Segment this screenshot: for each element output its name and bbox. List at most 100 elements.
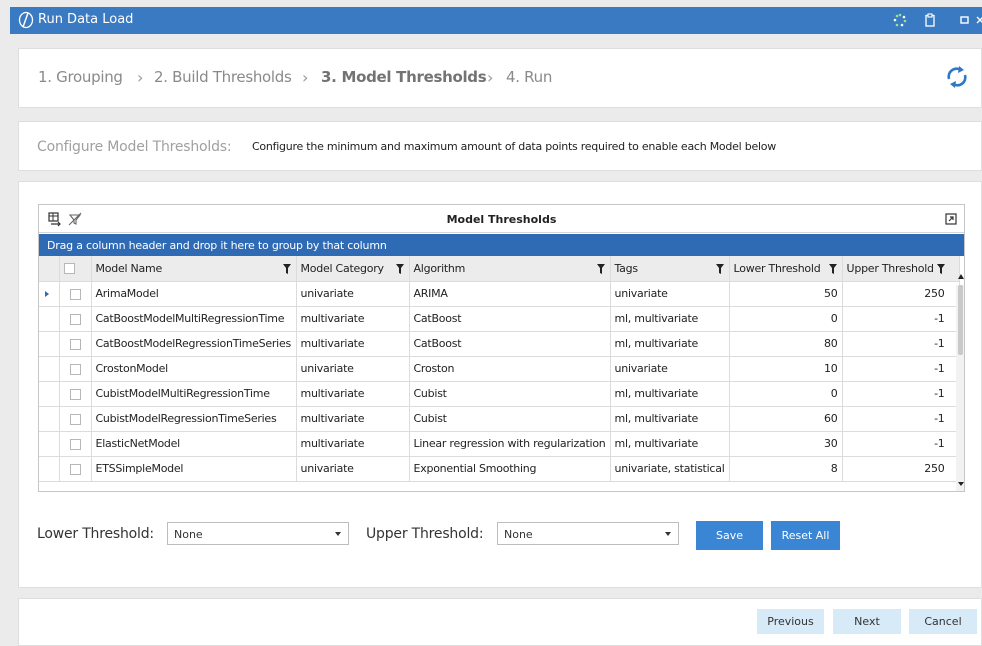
row-checkbox[interactable]	[59, 381, 92, 407]
cell-tags[interactable]: ml, multivariate	[610, 431, 730, 457]
upper-threshold-select[interactable]: None	[497, 522, 679, 545]
wizard-step-grouping[interactable]: 1. Grouping	[38, 68, 123, 86]
filter-icon[interactable]	[828, 264, 837, 274]
scroll-down-icon[interactable]	[957, 479, 965, 489]
column-header-algorithm[interactable]: Algorithm	[409, 256, 611, 282]
column-header-upper-threshold[interactable]: Upper Threshold	[842, 256, 960, 282]
cell-algorithm[interactable]: Cubist	[409, 381, 611, 407]
cell-algorithm[interactable]: Exponential Smoothing	[409, 456, 611, 482]
next-button[interactable]: Next	[833, 609, 901, 634]
previous-button[interactable]: Previous	[757, 609, 824, 634]
maximize-icon[interactable]	[958, 13, 972, 27]
cell-lower-threshold[interactable]: 50	[729, 281, 843, 307]
filter-icon[interactable]	[596, 264, 605, 274]
cell-algorithm[interactable]: CatBoost	[409, 306, 611, 332]
reset-all-button[interactable]: Reset All	[771, 521, 840, 550]
wizard-step-run[interactable]: 4. Run	[506, 68, 552, 86]
filter-icon[interactable]	[715, 264, 724, 274]
column-header-model-name[interactable]: Model Name	[91, 256, 297, 282]
scrollbar-thumb[interactable]	[958, 285, 963, 355]
select-all-checkbox[interactable]	[59, 256, 92, 282]
cell-upper-threshold[interactable]: -1	[842, 356, 960, 382]
wizard-step-model-thresholds[interactable]: 3. Model Thresholds	[321, 68, 487, 86]
cell-model-name[interactable]: CatBoostModelRegressionTimeSeries	[91, 331, 297, 357]
row-checkbox[interactable]	[59, 331, 92, 357]
cell-model-category[interactable]: univariate	[296, 356, 410, 382]
cell-algorithm[interactable]: CatBoost	[409, 331, 611, 357]
cell-tags[interactable]: ml, multivariate	[610, 331, 730, 357]
cell-upper-threshold[interactable]: 250	[842, 281, 960, 307]
cell-model-name[interactable]: ArimaModel	[91, 281, 297, 307]
cell-algorithm[interactable]: Croston	[409, 356, 611, 382]
row-checkbox[interactable]	[59, 406, 92, 432]
cell-model-name[interactable]: CubistModelMultiRegressionTime	[91, 381, 297, 407]
cell-tags[interactable]: univariate	[610, 281, 730, 307]
scroll-up-icon[interactable]	[957, 271, 965, 283]
row-checkbox[interactable]	[59, 281, 92, 307]
lower-threshold-select[interactable]: None	[167, 522, 349, 545]
close-icon[interactable]	[976, 13, 982, 27]
cell-algorithm[interactable]: ARIMA	[409, 281, 611, 307]
cell-model-name[interactable]: ETSSimpleModel	[91, 456, 297, 482]
cell-model-name[interactable]: ElasticNetModel	[91, 431, 297, 457]
cell-model-name[interactable]: CrostonModel	[91, 356, 297, 382]
cell-upper-threshold[interactable]: -1	[842, 381, 960, 407]
table-row[interactable]: CubistModelRegressionTimeSeries multivar…	[39, 406, 960, 432]
cell-upper-threshold[interactable]: -1	[842, 306, 960, 332]
cell-lower-threshold[interactable]: 10	[729, 356, 843, 382]
cell-model-category[interactable]: multivariate	[296, 381, 410, 407]
cell-tags[interactable]: ml, multivariate	[610, 306, 730, 332]
cell-lower-threshold[interactable]: 0	[729, 381, 843, 407]
cancel-button[interactable]: Cancel	[909, 609, 977, 634]
table-row[interactable]: CatBoostModelRegressionTimeSeries multiv…	[39, 331, 960, 357]
refresh-icon[interactable]	[944, 65, 970, 89]
cell-model-category[interactable]: multivariate	[296, 306, 410, 332]
table-row[interactable]: ETSSimpleModel univariate Exponential Sm…	[39, 456, 960, 482]
save-button[interactable]: Save	[696, 521, 763, 550]
column-header-lower-threshold[interactable]: Lower Threshold	[729, 256, 843, 282]
cell-upper-threshold[interactable]: -1	[842, 331, 960, 357]
filter-icon[interactable]	[395, 264, 404, 274]
cell-upper-threshold[interactable]: -1	[842, 431, 960, 457]
cell-model-category[interactable]: univariate	[296, 281, 410, 307]
cell-upper-threshold[interactable]: 250	[842, 456, 960, 482]
cell-upper-threshold[interactable]: -1	[842, 406, 960, 432]
cell-model-category[interactable]: multivariate	[296, 406, 410, 432]
filter-icon[interactable]	[282, 264, 291, 274]
table-row[interactable]: ElasticNetModel multivariate Linear regr…	[39, 431, 960, 457]
cell-tags[interactable]: univariate	[610, 356, 730, 382]
table-row[interactable]: CrostonModel univariate Croston univaria…	[39, 356, 960, 382]
table-row[interactable]: ArimaModel univariate ARIMA univariate 5…	[39, 281, 960, 307]
cell-tags[interactable]: ml, multivariate	[610, 381, 730, 407]
row-checkbox[interactable]	[59, 431, 92, 457]
cell-model-category[interactable]: multivariate	[296, 431, 410, 457]
cell-model-category[interactable]: multivariate	[296, 331, 410, 357]
wizard-step-build-thresholds[interactable]: 2. Build Thresholds	[154, 68, 292, 86]
clipboard-icon[interactable]	[923, 13, 937, 27]
row-checkbox[interactable]	[59, 306, 92, 332]
group-by-bar[interactable]: Drag a column header and drop it here to…	[39, 234, 964, 256]
filter-icon[interactable]	[936, 264, 945, 274]
cell-tags[interactable]: ml, multivariate	[610, 406, 730, 432]
export-icon[interactable]	[945, 213, 957, 225]
window-title: Run Data Load	[38, 12, 134, 27]
column-header-tags[interactable]: Tags	[610, 256, 730, 282]
cell-lower-threshold[interactable]: 60	[729, 406, 843, 432]
upper-threshold-value: None	[504, 528, 533, 541]
cell-model-name[interactable]: CatBoostModelMultiRegressionTime	[91, 306, 297, 332]
table-row[interactable]: CatBoostModelMultiRegressionTime multiva…	[39, 306, 960, 332]
row-checkbox[interactable]	[59, 356, 92, 382]
cell-lower-threshold[interactable]: 0	[729, 306, 843, 332]
cell-lower-threshold[interactable]: 80	[729, 331, 843, 357]
row-checkbox[interactable]	[59, 456, 92, 482]
column-header-model-category[interactable]: Model Category	[296, 256, 410, 282]
cell-model-category[interactable]: univariate	[296, 456, 410, 482]
vertical-scrollbar[interactable]	[956, 274, 965, 491]
table-row[interactable]: CubistModelMultiRegressionTime multivari…	[39, 381, 960, 407]
cell-lower-threshold[interactable]: 30	[729, 431, 843, 457]
cell-tags[interactable]: univariate, statistical	[610, 456, 730, 482]
cell-lower-threshold[interactable]: 8	[729, 456, 843, 482]
cell-algorithm[interactable]: Linear regression with regularization	[409, 431, 611, 457]
cell-model-name[interactable]: CubistModelRegressionTimeSeries	[91, 406, 297, 432]
cell-algorithm[interactable]: Cubist	[409, 406, 611, 432]
